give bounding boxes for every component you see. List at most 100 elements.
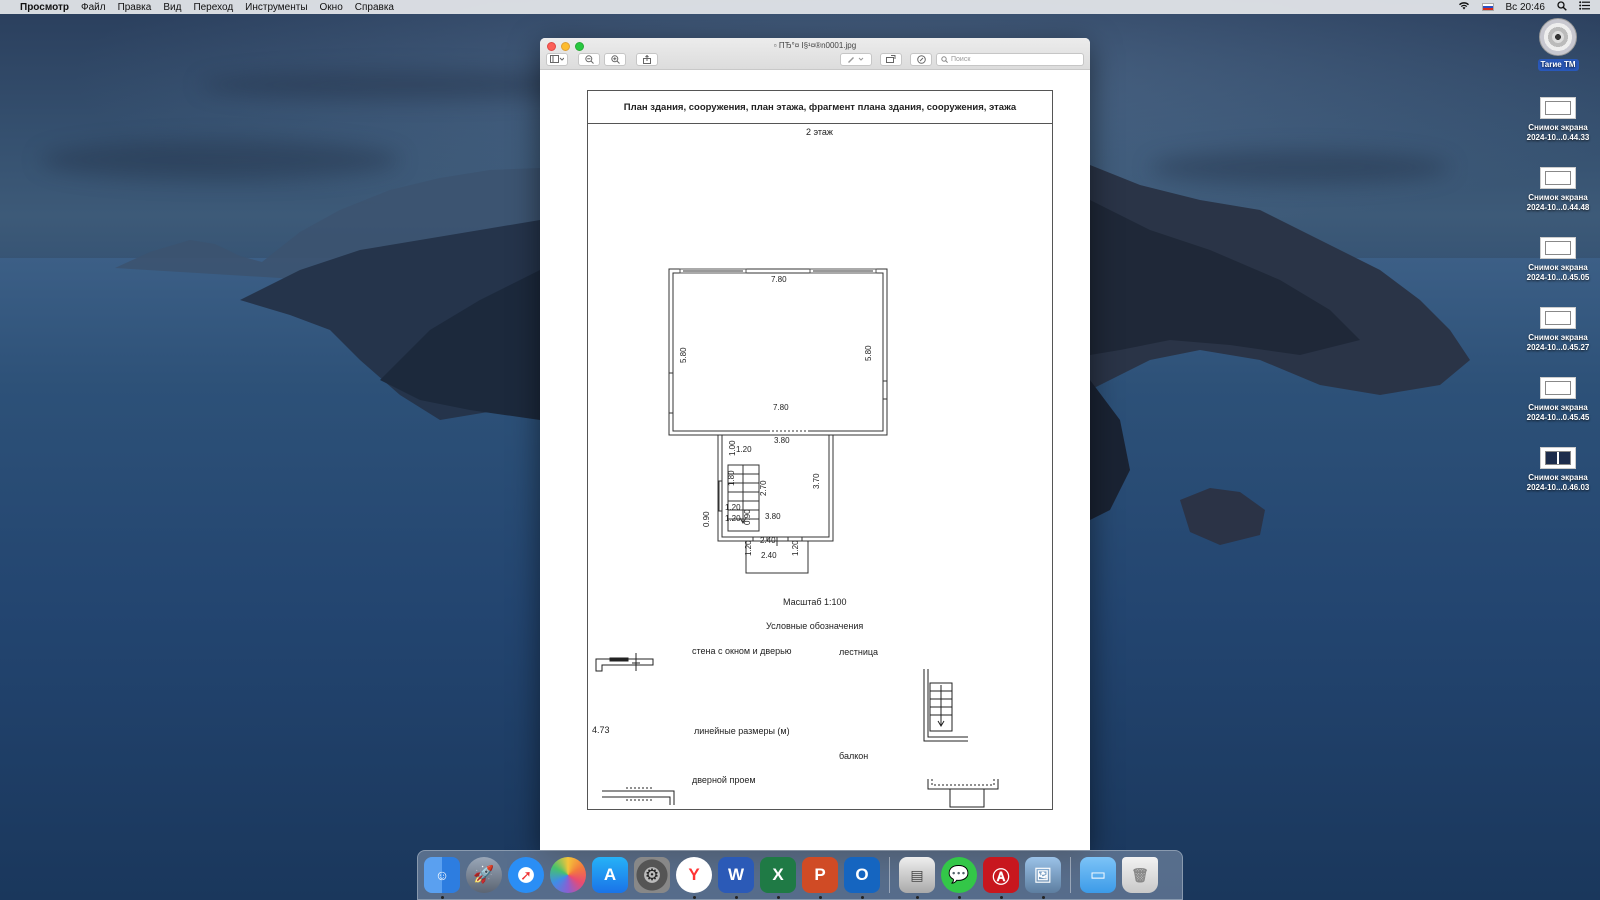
file-name-line1: Снимок экрана [1528,263,1588,272]
window-title: ▫ ПЂ°¤ I§¹¤®n0001.jpg [540,41,1090,50]
dim-0-90-b: 0.90 [743,509,752,525]
markup-toolbar-button[interactable] [910,52,932,66]
rotate-button[interactable] [880,52,902,66]
sidebar-icon [550,55,564,63]
spotlight-search-icon[interactable] [1557,0,1567,14]
photos-icon[interactable] [550,857,586,893]
file-name-line2: 2024-10...0.44.48 [1526,203,1590,212]
powerpoint-icon[interactable]: P [802,857,838,899]
search-icon [941,55,948,63]
preview-window: ▫ ПЂ°¤ I§¹¤®n0001.jpg Поиск План здания,… [540,38,1090,850]
share-button[interactable] [636,52,658,66]
desktop-file-screenshot-2[interactable]: Снимок экрана 2024-10...0.44.48 [1518,167,1598,213]
menu-window[interactable]: Окно [320,2,343,13]
screenshot-thumbnail-icon [1540,97,1576,119]
finder-icon[interactable]: ☺ [424,857,460,899]
input-source-flag-icon[interactable] [1481,3,1494,11]
menu-help[interactable]: Справка [355,2,394,13]
dim-balcony-left: 1.20 [744,540,753,556]
dim-mid: 7.80 [773,403,789,412]
disk-icon [1539,18,1577,56]
menu-app-name[interactable]: Просмотр [20,2,69,13]
desktop-file-screenshot-6[interactable]: Снимок экрана 2024-10...0.46.03 [1518,447,1598,493]
share-icon [643,54,651,64]
wifi-icon[interactable] [1458,1,1470,13]
file-name-line2: 2024-10...0.44.33 [1526,133,1590,142]
document-icon: ▫ [773,41,777,50]
dim-right: 5.80 [864,345,873,361]
dim-3-70: 3.70 [812,473,821,489]
menu-bar: Просмотр Файл Правка Вид Переход Инструм… [0,0,1600,14]
printer-icon[interactable]: ▤ [899,857,935,899]
acrobat-icon[interactable]: Ⓐ [983,857,1019,899]
yandex-browser-icon[interactable]: Y [676,857,712,899]
excel-icon[interactable]: X [760,857,796,899]
menu-edit[interactable]: Правка [118,2,152,13]
file-name-line1: Снимок экрана [1528,193,1588,202]
preview-app-icon[interactable]: 🖼 [1025,857,1061,899]
dock: ☺ 🚀 ➚ A ⚙ Y W X P O ▤ 💬 Ⓐ 🖼 ▭ 🗑 [417,850,1183,900]
downloads-folder-icon[interactable]: ▭ [1080,857,1116,893]
legend-door: дверной проем [692,775,756,785]
zoom-in-button[interactable] [604,52,626,66]
file-name-line2: 2024-10...0.46.03 [1526,483,1590,492]
dim-1-80: 1.80 [727,470,736,486]
dock-separator [889,857,890,893]
zoom-in-icon [610,54,620,64]
rotate-icon [886,55,896,63]
dim-bottom: 3.80 [765,512,781,521]
trash-icon[interactable]: 🗑 [1122,857,1158,893]
word-icon[interactable]: W [718,857,754,899]
dim-balcony-bottom: 2.40 [761,551,777,560]
dim-balcony-top: 2.40 [760,536,776,545]
window-title-text: ПЂ°¤ I§¹¤®n0001.jpg [778,41,857,50]
search-placeholder: Поиск [951,55,971,63]
desktop-file-screenshot-3[interactable]: Снимок экрана 2024-10...0.45.05 [1518,237,1598,283]
dim-corridor-top: 3.80 [774,436,790,445]
menu-view[interactable]: Вид [163,2,181,13]
file-name-line1: Снимок экрана [1528,473,1588,482]
dim-2-70: 2.70 [759,480,768,496]
dim-top: 7.80 [771,275,787,284]
scale-label: Масштаб 1:100 [783,597,847,607]
disk-label: Tarие TM [1537,59,1579,71]
legend-stairs: лестница [839,647,879,657]
desktop-file-screenshot-4[interactable]: Снимок экрана 2024-10...0.45.27 [1518,307,1598,353]
floor-plan-document: План здания, сооружения, план этажа, фра… [587,90,1053,810]
menubar-clock[interactable]: Вс 20:46 [1506,2,1545,13]
dock-separator [1070,857,1071,893]
notification-center-icon[interactable] [1579,1,1590,13]
launchpad-icon[interactable]: 🚀 [466,857,502,893]
legend-title: Условные обозначения [766,621,864,631]
legend-dims: линейные размеры (м) [694,726,790,736]
time-machine-disk[interactable]: Tarие TM [1518,18,1598,71]
search-field[interactable]: Поиск [936,52,1084,66]
menu-tools[interactable]: Инструменты [245,2,307,13]
file-name-line2: 2024-10...0.45.27 [1526,343,1590,352]
dim-0-90-a: 0.90 [702,511,711,527]
desktop-file-screenshot-1[interactable]: Снимок экрана 2024-10...0.44.33 [1518,97,1598,143]
file-name-line1: Снимок экрана [1528,333,1588,342]
outlook-icon[interactable]: O [844,857,880,899]
menu-go[interactable]: Переход [193,2,233,13]
legend-wall: стена с окном и дверью [692,646,792,656]
floor-plan-drawing [595,267,999,808]
screenshot-thumbnail-icon [1540,307,1576,329]
messages-icon[interactable]: 💬 [941,857,977,899]
dim-balcony-right: 1.20 [791,540,800,556]
desktop-file-screenshot-5[interactable]: Снимок экрана 2024-10...0.45.45 [1518,377,1598,423]
zoom-out-button[interactable] [578,52,600,66]
markup-icon [916,54,926,64]
dim-1-20-b: 1.20 [725,503,741,512]
screenshot-thumbnail-icon [1540,377,1576,399]
app-store-icon[interactable]: A [592,857,628,893]
zoom-out-icon [584,54,594,64]
menu-file[interactable]: Файл [81,2,106,13]
sidebar-toggle-button[interactable] [546,52,568,66]
safari-icon[interactable]: ➚ [508,857,544,893]
system-preferences-icon[interactable]: ⚙ [634,857,670,893]
markup-pen-button[interactable] [840,52,872,66]
window-titlebar[interactable]: ▫ ПЂ°¤ I§¹¤®n0001.jpg Поиск [540,38,1090,70]
screenshot-thumbnail-icon [1540,237,1576,259]
file-name-line1: Снимок экрана [1528,123,1588,132]
